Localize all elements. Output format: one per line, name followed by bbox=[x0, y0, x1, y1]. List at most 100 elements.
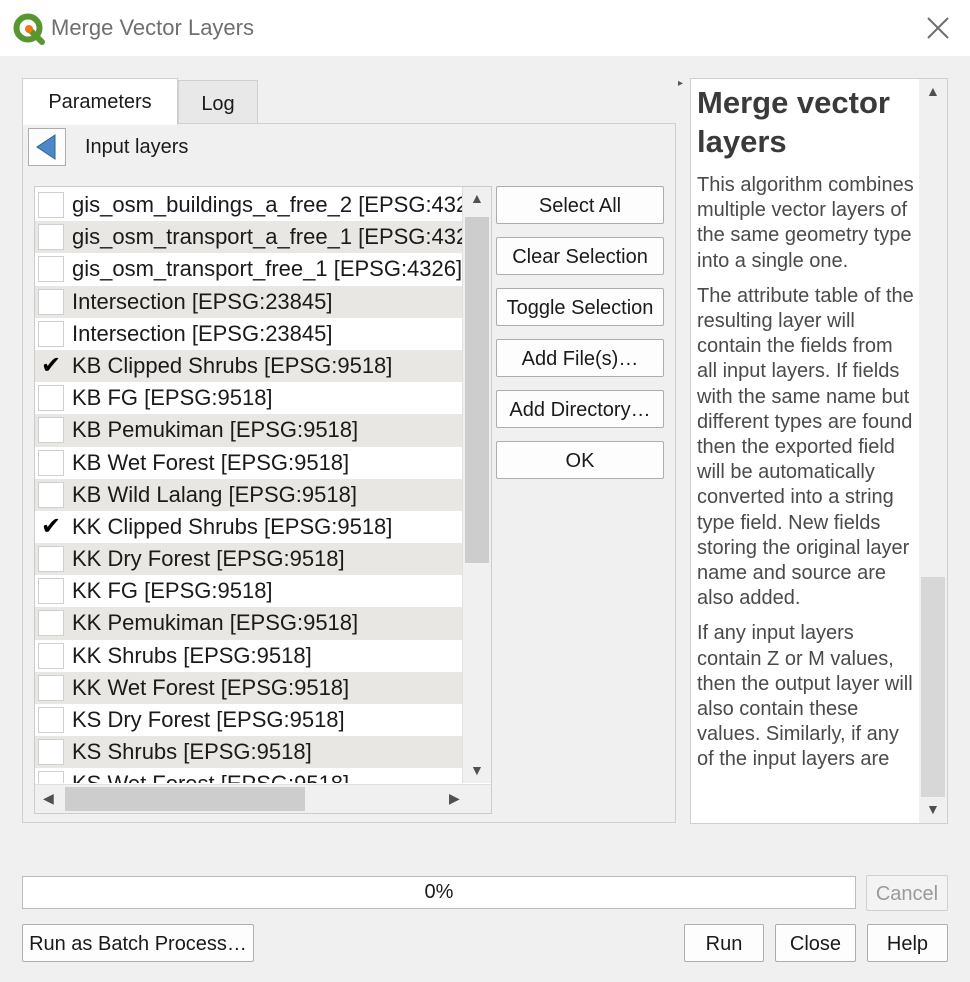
list-item[interactable]: KS Dry Forest [EPSG:9518] bbox=[35, 704, 462, 736]
scroll-up-icon[interactable]: ▲ bbox=[470, 190, 484, 206]
horizontal-scrollbar[interactable]: ◀ ▶ bbox=[35, 784, 491, 813]
layer-name: Intersection [EPSG:23845] bbox=[72, 288, 333, 314]
run-batch-button[interactable]: Run as Batch Process… bbox=[22, 924, 254, 962]
checkbox[interactable] bbox=[38, 578, 64, 605]
section-title: Input layers bbox=[85, 136, 189, 158]
help-scroll-track[interactable] bbox=[921, 577, 945, 797]
help-panel: Merge vector layers This algorithm combi… bbox=[690, 78, 948, 824]
back-button[interactable] bbox=[28, 128, 66, 166]
checkbox[interactable] bbox=[38, 256, 64, 283]
checkbox[interactable] bbox=[38, 320, 64, 347]
layer-name: KB Pemukiman [EPSG:9518] bbox=[72, 417, 359, 443]
parameters-panel: Input layers gis_osm_buildings_a_free_2 … bbox=[22, 123, 676, 823]
layer-name: KK Clipped Shrubs [EPSG:9518] bbox=[72, 513, 393, 539]
vertical-scroll-thumb[interactable] bbox=[465, 217, 489, 563]
layer-rows: gis_osm_buildings_a_free_2 [EPSG:4326] gi… bbox=[35, 189, 462, 783]
layer-name: KK Dry Forest [EPSG:9518] bbox=[72, 546, 345, 572]
checkbox[interactable] bbox=[38, 385, 64, 412]
list-item[interactable]: KK Wet Forest [EPSG:9518] bbox=[35, 671, 462, 704]
horizontal-scroll-thumb[interactable] bbox=[65, 787, 305, 811]
title-bar: Merge Vector Layers bbox=[0, 0, 970, 56]
list-item[interactable]: KB Pemukiman [EPSG:9518] bbox=[35, 414, 462, 447]
checkbox[interactable] bbox=[38, 224, 64, 251]
list-item[interactable]: ✔ KK Clipped Shrubs [EPSG:9518] bbox=[35, 511, 462, 543]
layer-name: KB FG [EPSG:9518] bbox=[72, 385, 273, 411]
checkbox[interactable] bbox=[38, 449, 64, 476]
list-item[interactable]: ✔ KB Clipped Shrubs [EPSG:9518] bbox=[35, 349, 462, 383]
checkbox[interactable]: ✔ bbox=[38, 514, 64, 540]
layer-name: KB Wet Forest [EPSG:9518] bbox=[72, 449, 350, 475]
layer-name: KB Wild Lalang [EPSG:9518] bbox=[72, 481, 357, 507]
scroll-left-icon[interactable]: ◀ bbox=[43, 790, 54, 807]
list-item[interactable]: KS Shrubs [EPSG:9518] bbox=[35, 736, 462, 769]
list-item[interactable]: gis_osm_transport_free_1 [EPSG:4326] bbox=[35, 253, 462, 285]
checkbox[interactable] bbox=[38, 642, 64, 669]
select-all-button[interactable]: Select All bbox=[496, 186, 664, 224]
layer-name: KK Wet Forest [EPSG:9518] bbox=[72, 674, 350, 700]
checkbox[interactable] bbox=[38, 481, 64, 508]
close-icon[interactable] bbox=[922, 12, 954, 44]
help-content: Merge vector layers This algorithm combi… bbox=[697, 83, 915, 783]
tab-parameters[interactable]: Parameters bbox=[22, 78, 178, 125]
layer-name: KK FG [EPSG:9518] bbox=[72, 578, 273, 604]
checkbox[interactable] bbox=[38, 417, 64, 444]
triangle-left-icon bbox=[36, 134, 56, 160]
layer-name: Intersection [EPSG:23845] bbox=[72, 320, 333, 346]
checkbox[interactable] bbox=[38, 739, 64, 766]
toggle-selection-button[interactable]: Toggle Selection bbox=[496, 288, 664, 326]
list-item[interactable]: KS Wet Forest [EPSG:9518] bbox=[35, 768, 462, 783]
input-layers-header: Input layers bbox=[26, 126, 674, 174]
layer-name: gis_osm_transport_free_1 [EPSG:4326] bbox=[72, 256, 462, 282]
checkbox[interactable] bbox=[38, 610, 64, 637]
layer-name: KK Pemukiman [EPSG:9518] bbox=[72, 610, 359, 636]
layer-name: KS Wet Forest [EPSG:9518] bbox=[72, 768, 349, 783]
scroll-up-icon[interactable]: ▲ bbox=[926, 83, 940, 99]
layer-name: gis_osm_buildings_a_free_2 [EPSG:4326] bbox=[72, 192, 462, 217]
list-item[interactable]: KK Shrubs [EPSG:9518] bbox=[35, 640, 462, 672]
list-item[interactable]: Intersection [EPSG:23845] bbox=[35, 285, 462, 318]
checkbox[interactable]: ✔ bbox=[38, 353, 64, 379]
close-button[interactable]: Close bbox=[775, 924, 856, 962]
help-scrollbar[interactable]: ▲ ▼ bbox=[919, 79, 947, 823]
add-files-button[interactable]: Add File(s)… bbox=[496, 339, 664, 377]
layer-name: gis_osm_transport_a_free_1 [EPSG:4326] bbox=[72, 224, 462, 250]
list-item[interactable]: KB Wild Lalang [EPSG:9518] bbox=[35, 478, 462, 511]
checkbox[interactable] bbox=[38, 707, 64, 733]
run-button[interactable]: Run bbox=[684, 924, 764, 962]
layer-name: KK Shrubs [EPSG:9518] bbox=[72, 642, 312, 668]
scroll-right-icon[interactable]: ▶ bbox=[449, 790, 460, 807]
list-item[interactable]: gis_osm_transport_a_free_1 [EPSG:4326] bbox=[35, 221, 462, 254]
clear-selection-button[interactable]: Clear Selection bbox=[496, 237, 664, 275]
checkbox[interactable] bbox=[38, 674, 64, 701]
checkbox[interactable] bbox=[38, 288, 64, 315]
help-button[interactable]: Help bbox=[867, 924, 948, 962]
help-paragraph: This algorithm combines multiple vector … bbox=[697, 174, 914, 272]
help-scroll-thumb[interactable] bbox=[921, 107, 945, 577]
list-item[interactable]: gis_osm_buildings_a_free_2 [EPSG:4326] bbox=[35, 189, 462, 221]
layer-list[interactable]: gis_osm_buildings_a_free_2 [EPSG:4326] gi… bbox=[34, 186, 492, 814]
list-item[interactable]: KK Dry Forest [EPSG:9518] bbox=[35, 543, 462, 576]
list-item[interactable]: KB Wet Forest [EPSG:9518] bbox=[35, 447, 462, 479]
ok-button[interactable]: OK bbox=[496, 441, 664, 479]
scroll-down-icon[interactable]: ▼ bbox=[470, 762, 484, 778]
checkbox[interactable] bbox=[38, 771, 64, 783]
list-item[interactable]: KK Pemukiman [EPSG:9518] bbox=[35, 607, 462, 640]
list-item[interactable]: KK FG [EPSG:9518] bbox=[35, 575, 462, 607]
list-item[interactable]: Intersection [EPSG:23845] bbox=[35, 318, 462, 350]
help-paragraph: If any input layers contain Z or M value… bbox=[697, 622, 913, 771]
tab-log[interactable]: Log bbox=[178, 80, 258, 124]
layer-name: KS Shrubs [EPSG:9518] bbox=[72, 739, 312, 765]
qgis-logo-icon bbox=[13, 13, 45, 45]
splitter-arrow-icon[interactable]: ▸ bbox=[678, 78, 683, 89]
help-paragraph: The attribute table of the resulting lay… bbox=[697, 284, 914, 610]
list-item[interactable]: KB FG [EPSG:9518] bbox=[35, 382, 462, 414]
cancel-button[interactable]: Cancel bbox=[866, 875, 948, 911]
scroll-down-icon[interactable]: ▼ bbox=[926, 801, 940, 817]
window-title: Merge Vector Layers bbox=[51, 15, 254, 40]
layer-name: KB Clipped Shrubs [EPSG:9518] bbox=[72, 352, 393, 378]
add-directory-button[interactable]: Add Directory… bbox=[496, 390, 664, 428]
layer-name: KS Dry Forest [EPSG:9518] bbox=[72, 707, 345, 732]
checkbox[interactable] bbox=[38, 192, 64, 218]
checkbox[interactable] bbox=[38, 546, 64, 573]
vertical-scrollbar[interactable]: ▲ ▼ bbox=[462, 187, 491, 783]
